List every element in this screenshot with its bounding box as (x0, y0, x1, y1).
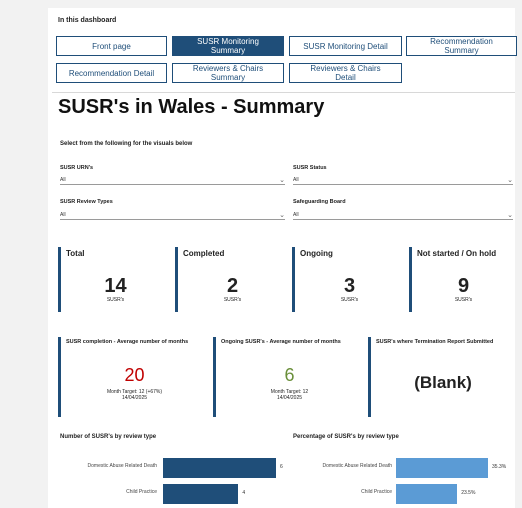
filter-value: All (293, 211, 299, 218)
top-bar (0, 0, 522, 8)
bar-value-label: 4 (242, 490, 246, 496)
nav-front-page-button[interactable]: Front page (56, 36, 167, 56)
kpi-value: 3 (343, 275, 356, 297)
metric-target: Month Target: 12 14/04/2025 (216, 389, 363, 401)
filter-select-status[interactable]: All ⌄ (293, 175, 513, 185)
chart-title-percent: Percentage of SUSR's by review type (293, 434, 399, 440)
kpi-card-not-started: Not started / On hold 9 SUSR's (409, 247, 515, 312)
bar[interactable] (163, 458, 276, 478)
filter-select-safeguarding-board[interactable]: All ⌄ (293, 210, 513, 220)
bar-value-label: 35.3% (492, 464, 507, 470)
metric-label: Ongoing SUSR's - Average number of month… (221, 339, 341, 345)
filter-label-review-types: SUSR Review Types (60, 199, 113, 205)
bar-category-label: Domestic Abuse Related Death (322, 463, 392, 469)
filters-subtitle: Select from the following for the visual… (60, 141, 193, 147)
bar-value-label: 6 (280, 464, 283, 470)
kpi-label: Ongoing (300, 249, 333, 258)
filter-select-urns[interactable]: All ⌄ (60, 175, 285, 185)
filter-value: All (293, 176, 299, 183)
kpi-unit: SUSR's (340, 297, 359, 303)
metric-value: (Blank) (414, 373, 472, 392)
nav-recommendation-summary-button[interactable]: Recommendation Summary (406, 36, 517, 56)
chevron-down-icon: ⌄ (507, 211, 513, 219)
title-divider (52, 92, 515, 93)
kpi-label: Not started / On hold (417, 249, 497, 258)
filter-label-status: SUSR Status (293, 165, 327, 171)
metric-card-ongoing-average: Ongoing SUSR's - Average number of month… (213, 337, 363, 417)
kpi-value: 9 (457, 275, 470, 297)
kpi-unit: SUSR's (454, 297, 473, 303)
nav-susr-monitoring-summary-button[interactable]: SUSR Monitoring Summary (172, 36, 284, 56)
kpi-label: Total (66, 249, 85, 258)
kpi-label: Completed (183, 249, 225, 258)
metric-date: 14/04/2025 (121, 395, 148, 401)
nav-reviewers-chairs-detail-button[interactable]: Reviewers & Chairs Detail (289, 63, 402, 83)
metric-value: 6 (284, 365, 295, 385)
kpi-value: 14 (104, 275, 127, 297)
kpi-unit: SUSR's (106, 297, 125, 303)
nav-susr-monitoring-detail-button[interactable]: SUSR Monitoring Detail (289, 36, 402, 56)
page-title: SUSR's in Wales - Summary (58, 96, 325, 118)
nav-reviewers-chairs-summary-button[interactable]: Reviewers & Chairs Summary (172, 63, 284, 83)
filter-label-urns: SUSR URN's (60, 165, 94, 171)
metric-card-termination-report: SUSR's where Termination Report Submitte… (368, 337, 515, 417)
metric-target: Month Target: 12 (+67%) 14/04/2025 (61, 389, 208, 401)
metric-date: 14/04/2025 (276, 395, 303, 401)
metric-value: 20 (124, 365, 145, 385)
bar-category-label: Domestic Abuse Related Death (87, 463, 157, 469)
bar[interactable] (396, 458, 488, 478)
kpi-card-completed: Completed 2 SUSR's (175, 247, 287, 312)
chevron-down-icon: ⌄ (279, 211, 285, 219)
metric-label: SUSR completion - Average number of mont… (66, 339, 189, 345)
right-gutter (515, 8, 522, 508)
bar[interactable] (163, 484, 239, 504)
bar-value-label: 23.5% (461, 490, 476, 496)
chevron-down-icon: ⌄ (279, 176, 285, 184)
chevron-down-icon: ⌄ (507, 176, 513, 184)
filter-value: All (60, 176, 66, 183)
kpi-card-total: Total 14 SUSR's (58, 247, 170, 312)
bar[interactable] (396, 484, 458, 504)
nav-recommendation-detail-button[interactable]: Recommendation Detail (56, 63, 167, 83)
chart-title-count: Number of SUSR's by review type (60, 434, 157, 440)
bar-category-label: Child Practice (361, 489, 392, 495)
left-gutter (0, 8, 48, 508)
filter-label-safeguarding-board: Safeguarding Board (293, 199, 346, 205)
nav-title: In this dashboard (58, 17, 117, 24)
kpi-unit: SUSR's (223, 297, 242, 303)
kpi-card-ongoing: Ongoing 3 SUSR's (292, 247, 404, 312)
metric-card-completion-average: SUSR completion - Average number of mont… (58, 337, 208, 417)
filter-value: All (60, 211, 66, 218)
filter-select-review-types[interactable]: All ⌄ (60, 210, 285, 220)
bar-category-label: Child Practice (126, 489, 157, 495)
kpi-value: 2 (226, 275, 239, 297)
metric-label: SUSR's where Termination Report Submitte… (376, 339, 494, 345)
